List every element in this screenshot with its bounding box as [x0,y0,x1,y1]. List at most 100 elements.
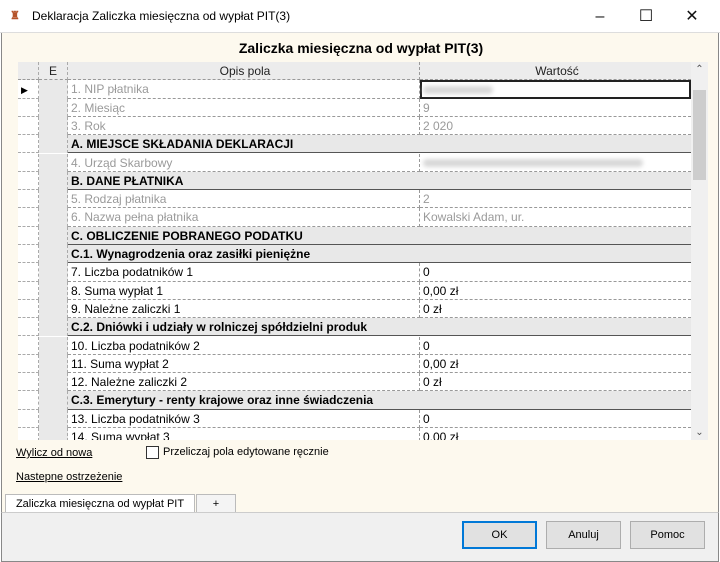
section-row: C. OBLICZENIE POBRANEGO PODATKU [18,226,691,245]
table-row[interactable]: 4. Urząd Skarbowy [18,153,691,172]
edit-flag-cell [39,135,68,154]
edit-flag-cell [39,299,68,319]
table-row[interactable]: 6. Nazwa pełna płatnika Kowalski Adam, ur… [18,208,691,227]
table-row[interactable]: 14. Suma wypłat 3 0,00 zł [18,428,691,440]
vertical-scrollbar[interactable]: ⌃ ⌄ [691,62,708,440]
table-row[interactable]: 11. Suma wypłat 2 0,00 zł [18,354,691,374]
help-button[interactable]: Pomoc [630,521,705,549]
redacted-value [423,159,643,168]
field-value[interactable]: 9 [420,99,691,117]
field-value[interactable]: Kowalski Adam, ur. [420,208,691,227]
row-indicator [18,190,39,209]
row-indicator [18,299,39,319]
section-label: A. MIEJSCE SKŁADANIA DEKLARACJI [68,135,691,154]
edit-flag-cell [39,190,68,209]
table-row[interactable]: 5. Rodzaj płatnika 2 [18,190,691,209]
field-value[interactable]: 0 [420,263,691,282]
scroll-up-icon[interactable]: ⌃ [691,64,708,75]
row-indicator [18,245,39,264]
table-row[interactable]: 12. Należne zaliczki 20 zł [18,373,691,392]
section-row: C.2. Dniówki i udziały w rolniczej spółd… [18,318,691,337]
window-title: Deklaracja Zaliczka miesięczna od wypłat… [32,9,291,23]
edit-flag-cell [39,245,68,264]
scroll-down-icon[interactable]: ⌄ [691,427,708,438]
field-label: 11. Suma wypłat 2 [68,354,420,374]
table-row[interactable]: ▶ 1. NIP płatnika [18,80,691,99]
button-bar: OK Anuluj Pomoc [1,512,719,562]
close-button[interactable]: ✕ [669,0,715,33]
section-row: B. DANE PŁATNIKA [18,171,691,191]
row-indicator [18,135,39,154]
field-value[interactable]: 0 [420,337,691,355]
grid-header: E Opis pola Wartość [18,62,691,81]
current-row-icon: ▶ [21,85,28,96]
recalc-manual-checkbox[interactable] [146,446,159,459]
cancel-button[interactable]: Anuluj [546,521,621,549]
table-row[interactable]: 13. Liczba podatników 30 [18,409,691,428]
recalc-manual-label[interactable]: Przeliczaj pola edytowane ręcznie [163,446,329,458]
field-label: 8. Suma wypłat 1 [68,281,420,300]
edit-flag-cell [39,336,68,355]
field-label: 7. Liczba podatników 1 [68,263,420,282]
table-row[interactable]: 10. Liczba podatników 20 [18,336,691,355]
edit-flag-cell [39,281,68,300]
table-row[interactable]: 3. Rok 2 020 [18,116,691,136]
edit-flag-cell [39,354,68,374]
section-label: C.1. Wynagrodzenia oraz zasiłki pieniężn… [68,245,691,264]
field-label: 4. Urząd Skarbowy [68,153,420,172]
row-indicator [18,171,39,191]
row-indicator [18,336,39,355]
next-warning-link[interactable]: Nastepne ostrzeżenie [16,471,122,483]
row-indicator: ▶ [18,80,39,99]
column-header-wartosc[interactable]: Wartość [420,62,691,81]
row-indicator [18,226,39,245]
maximize-button[interactable]: ☐ [623,0,669,33]
field-value[interactable] [420,154,691,172]
field-value[interactable]: 0,00 zł [420,282,691,300]
section-label: B. DANE PŁATNIKA [68,171,691,191]
minimize-button[interactable]: – [577,0,623,33]
tab-add[interactable]: + [196,494,236,513]
scrollbar-thumb[interactable] [693,90,706,180]
field-label: 9. Należne zaliczki 1 [68,299,420,319]
row-indicator [18,318,39,337]
ok-button[interactable]: OK [462,521,537,549]
row-indicator [18,391,39,410]
field-value[interactable] [420,80,691,99]
tab-zaliczka[interactable]: Zaliczka miesięczna od wypłat PIT [5,494,195,513]
redacted-value [423,86,493,95]
edit-flag-cell [39,428,68,440]
field-value[interactable]: 0,00 zł [420,355,691,374]
section-label: C.3. Emerytury - renty krajowe oraz inne… [68,391,691,410]
row-indicator [18,373,39,392]
edit-flag-cell [39,80,68,99]
field-label: 1. NIP płatnika [68,80,420,99]
form-heading: Zaliczka miesięczna od wypłat PIT(3) [238,40,484,56]
field-value[interactable]: 0 zł [420,300,691,319]
column-header-opis[interactable]: Opis pola [68,62,420,81]
field-value[interactable]: 0 zł [420,373,691,392]
recalculate-link[interactable]: Wylicz od nowa [16,447,92,459]
row-indicator [18,428,39,440]
edit-flag-cell [39,98,68,117]
section-label: C. OBLICZENIE POBRANEGO PODATKU [68,226,691,245]
table-row[interactable]: 8. Suma wypłat 1 0,00 zł [18,281,691,300]
field-value[interactable]: 0 [420,410,691,428]
row-indicator [18,263,39,282]
indicator-header [18,62,39,81]
field-label: 6. Nazwa pełna płatnika [68,208,420,227]
field-label: 14. Suma wypłat 3 [68,428,420,440]
row-indicator [18,153,39,172]
table-row[interactable]: 9. Należne zaliczki 10 zł [18,299,691,319]
field-value[interactable]: 0,00 zł [420,428,691,440]
field-value[interactable]: 2 [420,190,691,209]
column-header-e[interactable]: E [39,62,68,81]
table-row[interactable]: 7. Liczba podatników 10 [18,263,691,282]
field-value[interactable]: 2 020 [420,117,691,136]
field-label: 13. Liczba podatników 3 [68,409,420,428]
table-row[interactable]: 2. Miesiąc 9 [18,98,691,117]
row-indicator [18,208,39,227]
row-indicator [18,281,39,300]
edit-flag-cell [39,208,68,227]
edit-flag-cell [39,116,68,136]
